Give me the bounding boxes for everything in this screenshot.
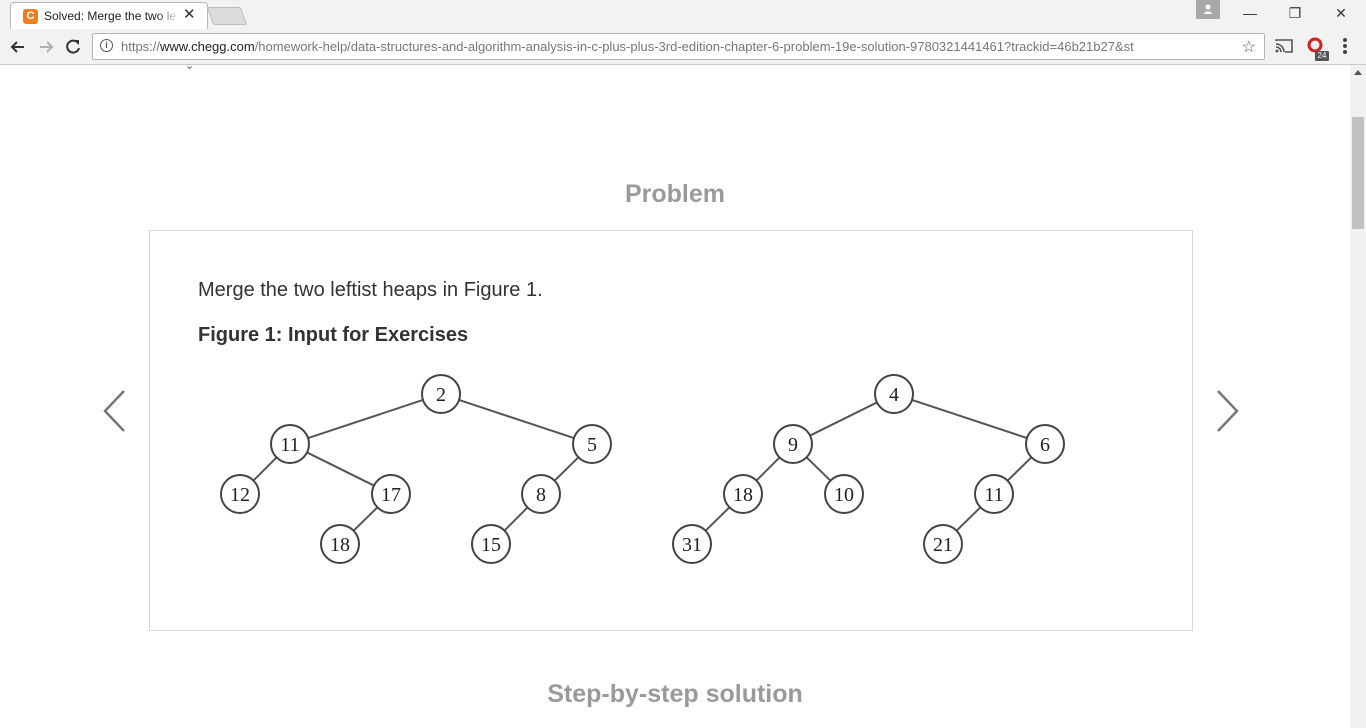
heap-node-label: 11	[280, 434, 299, 456]
heap-node: 5	[572, 424, 612, 464]
heap-edge	[1006, 456, 1033, 482]
heap-edge	[458, 399, 575, 439]
heap-node: 11	[974, 474, 1014, 514]
heap-node-label: 31	[682, 534, 702, 556]
heap-node-label: 15	[481, 534, 501, 556]
heap-node-label: 18	[733, 484, 753, 506]
url-text[interactable]: https://www.chegg.com/homework-help/data…	[121, 39, 1233, 54]
info-icon[interactable]: i	[100, 39, 113, 52]
heap-node-label: 11	[984, 484, 1003, 506]
heap-node: 15	[471, 524, 511, 564]
heap-edge	[307, 399, 424, 439]
heap-edge	[755, 456, 781, 482]
heap-node-label: 6	[1040, 434, 1050, 456]
reload-icon[interactable]	[63, 37, 83, 57]
chevron-down-icon: ⌄	[185, 65, 195, 72]
heap-node: 18	[320, 524, 360, 564]
leftist-heaps-figure: 2 11 5 12 17 8 18 15 4 9 6 18 10 11 31 21	[220, 374, 1065, 564]
page-content: ⌄ Problem Merge the two leftist heaps in…	[0, 65, 1350, 728]
person-icon	[1203, 4, 1213, 14]
heap-edge	[955, 506, 982, 532]
window-close-button[interactable]: ✕	[1326, 4, 1356, 22]
heap-node-label: 8	[536, 484, 546, 506]
solution-heading: Step-by-step solution	[547, 680, 803, 708]
page-scrollbar[interactable]	[1350, 65, 1366, 728]
problem-heading: Problem	[624, 180, 726, 208]
heap-node-label: 17	[381, 484, 401, 506]
heap-edge	[553, 456, 580, 482]
back-arrow-icon[interactable]	[8, 37, 28, 57]
heap-node-label: 5	[587, 434, 597, 456]
heap-edge	[911, 399, 1028, 439]
heap-node: 11	[270, 424, 310, 464]
heap-edge	[306, 451, 375, 487]
forward-arrow-icon[interactable]	[36, 37, 56, 57]
extension-badge: 24	[1315, 51, 1329, 61]
chrome-menu-icon[interactable]	[1343, 38, 1347, 56]
heap-node-label: 18	[330, 534, 350, 556]
heap-node: 8	[521, 474, 561, 514]
heap-node-label: 9	[788, 434, 798, 456]
url-path: /homework-help/data-structures-and-algor…	[254, 39, 1134, 54]
scroll-thumb[interactable]	[1352, 117, 1364, 229]
tab-strip: C Solved: Merge the two le ✕ — ❐ ✕	[0, 0, 1366, 29]
heap-node: 10	[824, 474, 864, 514]
heap-node: 4	[874, 374, 914, 414]
url-scheme: https://	[121, 39, 161, 54]
heap-edge	[503, 506, 529, 532]
heap-node-label: 21	[933, 534, 953, 556]
heap-node: 12	[220, 474, 260, 514]
heap-node: 18	[723, 474, 763, 514]
cast-icon[interactable]	[1274, 38, 1294, 54]
scroll-up-arrow-icon[interactable]	[1354, 70, 1362, 75]
heap-node-label: 12	[230, 484, 250, 506]
tab-title: Solved: Merge the two le	[44, 9, 179, 23]
browser-tab[interactable]: C Solved: Merge the two le ✕	[10, 2, 208, 29]
next-arrow-icon[interactable]	[1214, 388, 1242, 434]
heap-node: 31	[672, 524, 712, 564]
bookmark-star-icon[interactable]: ☆	[1242, 37, 1256, 57]
heap-node: 9	[773, 424, 813, 464]
heap-node-label: 10	[834, 484, 854, 506]
heap-node-label: 2	[436, 384, 446, 406]
profile-button[interactable]	[1196, 0, 1220, 19]
heap-node: 17	[371, 474, 411, 514]
url-host: www.chegg.com	[160, 39, 255, 54]
new-tab-button[interactable]	[206, 7, 248, 25]
address-bar[interactable]: i https://www.chegg.com/homework-help/da…	[92, 33, 1265, 60]
heap-edge	[252, 456, 278, 482]
browser-toolbar: i https://www.chegg.com/homework-help/da…	[0, 29, 1366, 65]
tab-close-icon[interactable]: ✕	[183, 7, 196, 23]
heap-node: 2	[421, 374, 461, 414]
heap-node: 21	[923, 524, 963, 564]
heap-edge	[805, 456, 832, 482]
window-minimize-button[interactable]: —	[1235, 4, 1265, 22]
heap-edge	[352, 506, 379, 532]
heap-node-label: 4	[889, 384, 899, 406]
heap-edge	[704, 506, 731, 532]
window-restore-button[interactable]: ❐	[1280, 4, 1310, 22]
chegg-favicon-icon: C	[23, 9, 38, 24]
previous-arrow-icon[interactable]	[100, 388, 128, 434]
heap-node: 6	[1025, 424, 1065, 464]
heap-edge	[809, 401, 878, 437]
problem-card: Merge the two leftist heaps in Figure 1.…	[149, 230, 1193, 631]
